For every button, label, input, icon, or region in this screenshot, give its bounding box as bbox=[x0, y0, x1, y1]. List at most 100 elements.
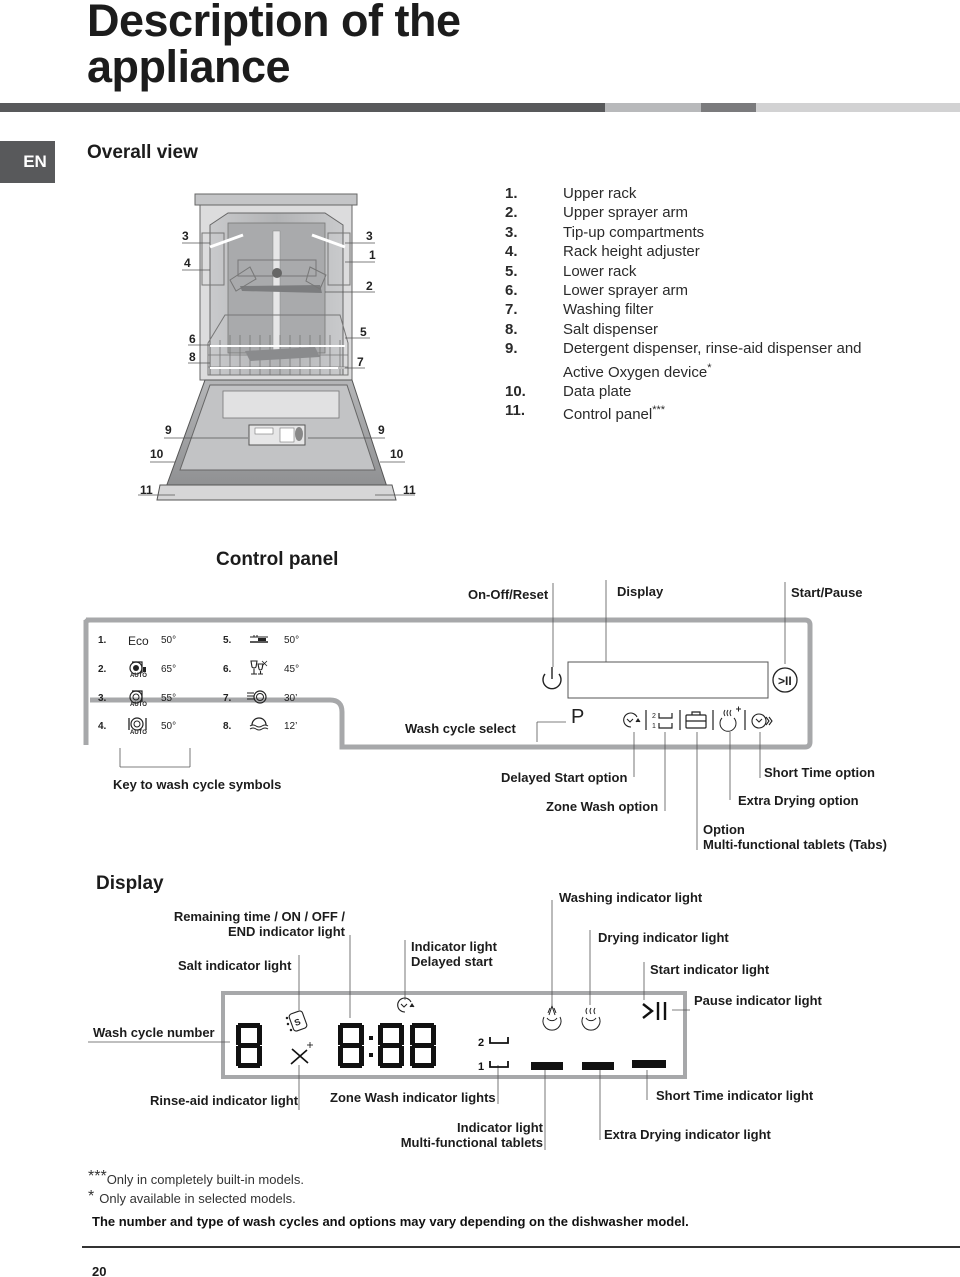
part-number: 1. bbox=[505, 185, 518, 202]
door-panel bbox=[222, 390, 340, 419]
part-label: Detergent dispenser, rinse-aid dispenser… bbox=[563, 340, 862, 358]
footnote-text: Only available in selected models. bbox=[99, 1191, 296, 1206]
crystal-glass-icon bbox=[250, 660, 268, 675]
header-bar-pale bbox=[756, 103, 960, 112]
label-rinse-aid-indicator: Rinse-aid indicator light bbox=[150, 1093, 299, 1108]
part-label: Washing filter bbox=[563, 301, 654, 319]
label-short-time-option: Short Time option bbox=[764, 765, 875, 780]
label-tabs-line1: Option bbox=[703, 822, 745, 837]
parts-list-item: 10. Data plate bbox=[505, 382, 862, 401]
part-number: 8. bbox=[505, 320, 518, 338]
callout-5: 5 bbox=[360, 325, 367, 339]
page-title-line2: appliance bbox=[87, 41, 291, 92]
part-label: Upper rack bbox=[563, 185, 637, 202]
parts-list-item: 7. Washing filter bbox=[505, 300, 862, 319]
callout-3-right: 3 bbox=[366, 229, 373, 243]
wash-cycle-key: 1. Eco 50° 2. AUTO 65° 3. AUTO 55° 4. AU… bbox=[98, 632, 328, 742]
footnote-mark: * bbox=[88, 1188, 95, 1205]
part-number: 9. bbox=[505, 340, 518, 358]
cycle-temp: 65° bbox=[161, 664, 177, 675]
parts-list-item: 3. Tip-up compartments bbox=[505, 223, 862, 242]
disclaimer: The number and type of wash cycles and o… bbox=[92, 1214, 689, 1229]
svg-text:1: 1 bbox=[652, 723, 656, 730]
cycle-number: 6. bbox=[223, 664, 232, 675]
footnote-built-in: ***Only in completely built-in models. bbox=[88, 1168, 304, 1187]
footnote-mark: *** bbox=[652, 404, 666, 417]
cycle-temp: 50° bbox=[161, 635, 177, 646]
cycle-temp: 45° bbox=[284, 664, 300, 675]
cycle-number: 8. bbox=[223, 721, 232, 732]
cycle-number: 1. bbox=[98, 635, 107, 646]
callout-7: 7 bbox=[357, 355, 364, 369]
svg-text:2: 2 bbox=[652, 713, 656, 720]
short-time-indicator-bar bbox=[632, 1060, 666, 1068]
label-zone-wash-indicators: Zone Wash indicator lights bbox=[330, 1090, 496, 1105]
zone-wash-icon bbox=[658, 713, 673, 729]
part-label: Lower rack bbox=[563, 262, 637, 280]
tabs-icon bbox=[685, 711, 707, 729]
tabs-indicator-bar bbox=[531, 1062, 563, 1070]
part-label: Salt dispenser bbox=[563, 320, 659, 338]
parts-list-item: 1. Upper rack bbox=[505, 184, 862, 203]
parts-list-item: 6. Lower sprayer arm bbox=[505, 281, 862, 300]
callout-10-right: 10 bbox=[390, 447, 404, 461]
label-tabs-indicator-line1: Indicator light bbox=[457, 1120, 543, 1135]
footer-rule bbox=[82, 1246, 960, 1248]
label-extra-drying-indicator: Extra Drying indicator light bbox=[604, 1127, 771, 1142]
part-number: 11. bbox=[505, 402, 526, 420]
short-time-icon bbox=[751, 713, 773, 729]
parts-list-item: 9. Detergent dispenser, rinse-aid dispens… bbox=[505, 339, 862, 358]
parts-list-item: 4. Rack height adjuster bbox=[505, 242, 862, 261]
parts-list: 1. Upper rack 2. Upper sprayer arm 3. Tip-u… bbox=[505, 184, 862, 425]
part-label: Data plate bbox=[563, 383, 632, 401]
part-label-text: Control panel bbox=[563, 406, 653, 424]
page-title-line1: Description of the bbox=[87, 0, 461, 46]
rinse-soak-icon bbox=[249, 717, 269, 731]
svg-text:>II: >II bbox=[778, 674, 792, 688]
cycle-temp: 50° bbox=[284, 635, 300, 646]
part-number: 6. bbox=[505, 282, 518, 300]
display-window bbox=[567, 661, 769, 699]
label-extra-drying-option: Extra Drying option bbox=[738, 793, 859, 808]
callout-10-left: 10 bbox=[150, 447, 164, 461]
cycle-temp: 30’ bbox=[284, 693, 298, 704]
control-panel-strip bbox=[156, 484, 397, 501]
page-number: 20 bbox=[92, 1264, 107, 1277]
display-outline bbox=[221, 991, 687, 1079]
label-tabs-indicator-line2: Multi-functional tablets bbox=[400, 1135, 543, 1150]
header-bar-dark bbox=[0, 103, 605, 112]
express-plate-icon bbox=[247, 690, 267, 704]
parts-list-item: 2. Upper sprayer arm bbox=[505, 203, 862, 222]
display-heading: Display bbox=[96, 873, 164, 894]
worktop bbox=[194, 193, 358, 206]
callout-9-right: 9 bbox=[378, 423, 385, 437]
parts-list-item: Active Oxygen device* bbox=[505, 359, 862, 382]
cycle-temp: 50° bbox=[161, 721, 177, 732]
footnote-selected-models: * Only available in selected models. bbox=[88, 1188, 296, 1206]
cycle-temp: 12’ bbox=[284, 721, 298, 732]
part-number-spacer bbox=[505, 359, 563, 382]
callout-2: 2 bbox=[366, 279, 373, 293]
label-tabs-option: Option Multi-functional tablets (Tabs) bbox=[703, 822, 887, 852]
part-label: Control panel*** bbox=[563, 401, 665, 424]
footnote-mark: * bbox=[707, 361, 712, 374]
callout-1: 1 bbox=[369, 248, 376, 262]
label-short-time-indicator: Short Time indicator light bbox=[656, 1088, 814, 1103]
language-tab: EN bbox=[0, 141, 55, 183]
cycle-number: 2. bbox=[98, 664, 107, 675]
part-label: Lower sprayer arm bbox=[563, 282, 689, 300]
cycle-temp: 55° bbox=[161, 693, 177, 704]
extra-drying-icon bbox=[719, 706, 741, 732]
callout-11-right: 11 bbox=[403, 483, 416, 497]
auto-label: AUTO bbox=[130, 673, 147, 679]
svg-text:1: 1 bbox=[478, 1061, 484, 1073]
part-number: 10. bbox=[505, 383, 526, 401]
program-button[interactable]: P bbox=[571, 706, 584, 729]
header-bar-mid bbox=[701, 103, 756, 112]
part-label: Tip-up compartments bbox=[563, 223, 705, 241]
part-number: 5. bbox=[505, 262, 518, 280]
part-number: 7. bbox=[505, 301, 518, 319]
callout-4: 4 bbox=[184, 256, 191, 270]
extra-drying-indicator-bar bbox=[582, 1062, 614, 1070]
callout-3-left: 3 bbox=[182, 229, 189, 243]
